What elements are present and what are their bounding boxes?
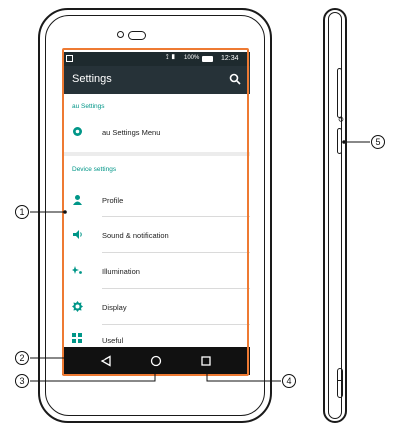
side-key-mark	[337, 380, 343, 382]
side-key	[337, 368, 343, 398]
callout-2: 2	[15, 351, 29, 365]
power-key	[337, 128, 342, 154]
power-icon	[338, 116, 344, 122]
callout-3: 3	[15, 374, 29, 388]
callout-4: 4	[282, 374, 296, 388]
volume-key	[337, 68, 342, 118]
callout-1: 1	[15, 205, 29, 219]
callout-5: 5	[371, 135, 385, 149]
